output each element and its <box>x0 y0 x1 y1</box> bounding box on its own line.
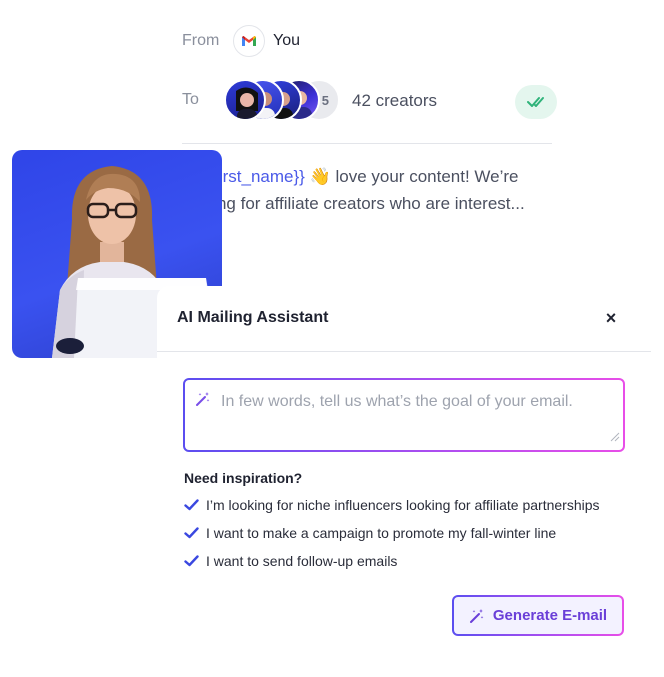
suggestion-item[interactable]: I’m looking for niche influencers lookin… <box>184 497 600 513</box>
suggestion-text: I want to send follow-up emails <box>206 553 398 569</box>
recipient-count: 42 creators <box>352 91 438 110</box>
header-divider <box>182 143 552 144</box>
inspiration-title: Need inspiration? <box>184 470 303 486</box>
message-body[interactable]: Hi {{first_name}} 👋 love your content! W… <box>182 163 562 217</box>
suggestion-item[interactable]: I want to make a campaign to promote my … <box>184 525 556 541</box>
suggestion-item[interactable]: I want to send follow-up emails <box>184 553 397 569</box>
generate-email-label: Generate E-mail <box>492 607 608 624</box>
check-icon <box>184 554 200 568</box>
generate-email-button[interactable]: Generate E-mail <box>452 595 624 636</box>
magic-wand-icon <box>469 608 484 623</box>
goal-input-placeholder: In few words, tell us what’s the goal of… <box>221 393 573 410</box>
check-icon <box>184 498 200 512</box>
check-icon <box>184 526 200 540</box>
suggestion-text: I’m looking for niche influencers lookin… <box>206 497 600 513</box>
to-label: To <box>182 91 199 108</box>
panel-divider <box>157 351 651 352</box>
goal-input[interactable]: In few words, tell us what’s the goal of… <box>183 378 625 452</box>
panel-title: AI Mailing Assistant <box>177 309 329 326</box>
wave-emoji: 👋 <box>309 167 331 186</box>
resize-handle-icon[interactable] <box>610 429 620 447</box>
from-name: You <box>273 32 300 49</box>
ai-mailing-assistant-panel: AI Mailing Assistant × In few words, tel… <box>157 286 657 677</box>
gmail-icon <box>233 25 265 57</box>
close-icon[interactable]: × <box>601 308 621 328</box>
double-check-icon <box>515 85 557 119</box>
avatar <box>224 79 266 121</box>
recipient-avatars[interactable] <box>224 79 344 121</box>
suggestion-text: I want to make a campaign to promote my … <box>206 525 557 541</box>
magic-wand-icon <box>195 391 211 412</box>
from-label: From <box>182 32 220 49</box>
